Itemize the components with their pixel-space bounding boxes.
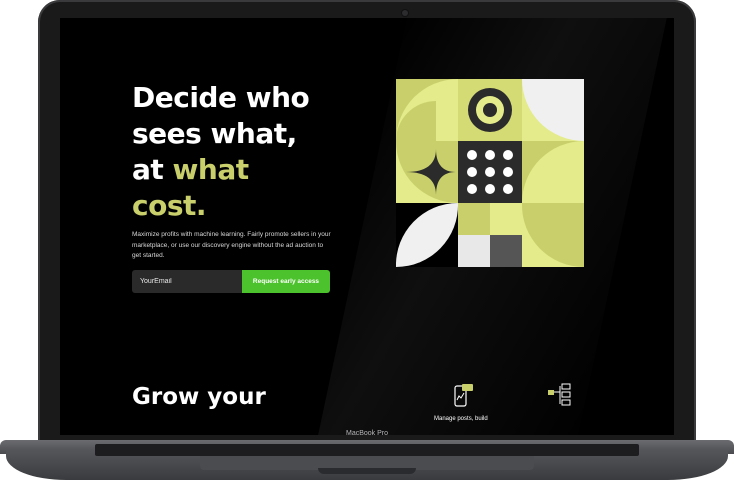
hero-description: Maximize profits with machine learning. … — [132, 231, 331, 259]
headline-accent-what: what — [172, 153, 250, 186]
headline-line-3: at what — [132, 152, 382, 188]
laptop-screen: Decide who sees what, at what cost. Maxi… — [60, 18, 674, 435]
phone-chart-icon — [454, 384, 473, 407]
feature-1-text: Manage posts, build — [434, 416, 488, 422]
flowchart-icon — [548, 383, 571, 406]
headline-line-2: sees what, — [132, 117, 297, 150]
keyboard-strip — [95, 444, 639, 456]
email-input[interactable] — [132, 270, 242, 293]
base-notch — [318, 468, 416, 474]
request-early-access-button[interactable]: Request early access — [242, 270, 330, 293]
macbook-frame: Decide who sees what, at what cost. Maxi… — [0, 0, 734, 486]
hero-geometric-art — [396, 79, 584, 267]
headline-line-1: Decide who — [132, 81, 310, 114]
headline-line-3-prefix: at — [132, 153, 173, 186]
headline-accent-cost: cost. — [132, 189, 207, 222]
hero-headline: Decide who sees what, at what cost. — [132, 80, 382, 224]
camera-dot — [402, 10, 408, 16]
device-label: MacBook Pro — [345, 430, 389, 437]
section-heading: Grow your — [132, 384, 266, 410]
